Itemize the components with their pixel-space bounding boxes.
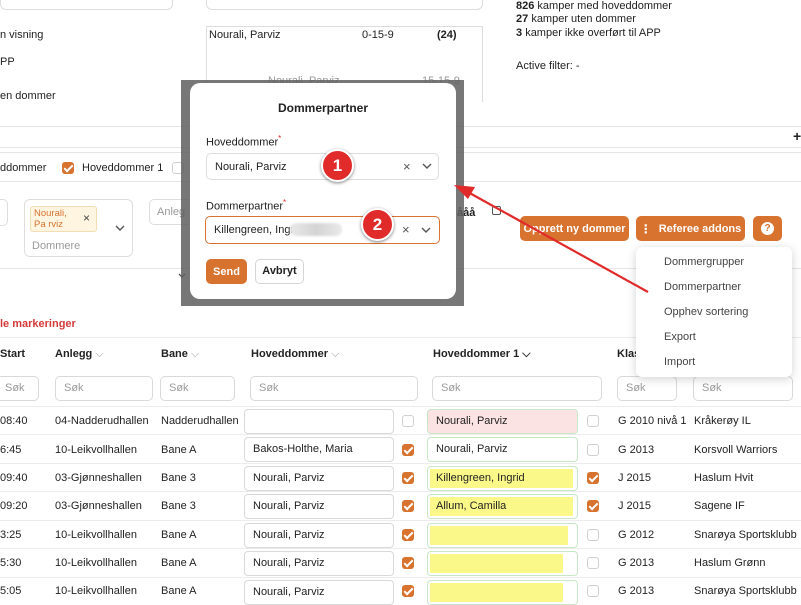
annotation-arrow bbox=[454, 185, 649, 293]
step-badge-1: 1 bbox=[321, 149, 354, 182]
step-badge-2: 2 bbox=[361, 208, 394, 241]
